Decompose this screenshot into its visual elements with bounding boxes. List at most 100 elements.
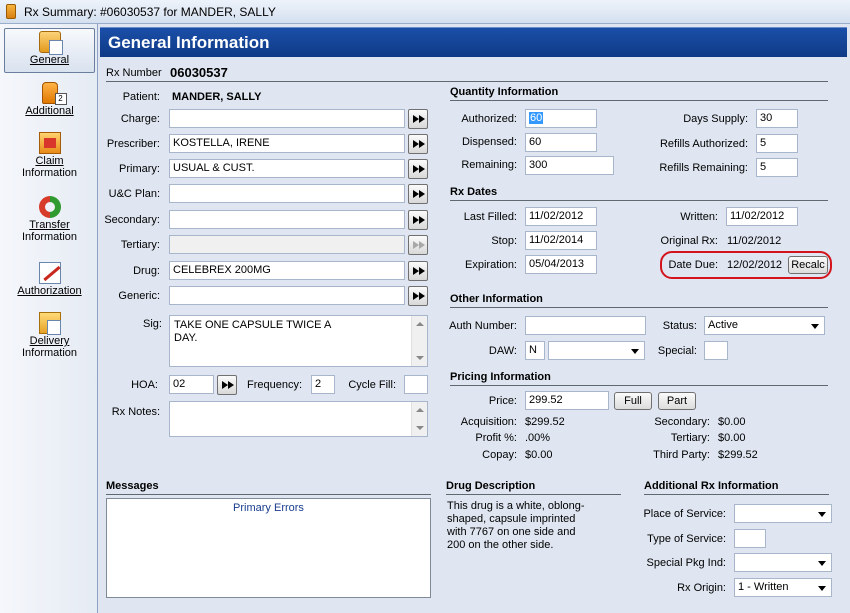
drug-field[interactable]: CELEBREX 200MG xyxy=(169,261,405,280)
charge-lookup-button[interactable] xyxy=(408,109,428,129)
charge-field[interactable] xyxy=(169,109,405,128)
nav-item-general[interactable]: General xyxy=(4,28,95,73)
section-header: General Information xyxy=(100,27,847,57)
place-of-service-label: Place of Service: xyxy=(643,508,726,520)
hoa-field[interactable]: 02 xyxy=(169,375,214,394)
divider xyxy=(446,494,621,495)
prescriber-lookup-button[interactable] xyxy=(408,134,428,154)
messages-panel: Primary Errors xyxy=(106,498,431,598)
dispensed-label: Dispensed: xyxy=(461,136,517,148)
type-of-service-label: Type of Service: xyxy=(647,533,726,545)
divider xyxy=(450,307,828,308)
messages-section-title: Messages xyxy=(106,480,159,492)
nav-item-claim-information[interactable]: Claim Information xyxy=(4,130,95,180)
claim-icon xyxy=(38,132,61,154)
special-pkg-select[interactable] xyxy=(734,553,832,572)
auth-number-field[interactable] xyxy=(525,316,646,335)
dispensed-field[interactable]: 60 xyxy=(525,133,597,152)
nav-item-transfer-information[interactable]: Transfer Information xyxy=(4,194,95,244)
nav-label-authorization: Authorization xyxy=(17,285,82,297)
special-field[interactable] xyxy=(704,341,728,360)
hoa-lookup-button[interactable] xyxy=(217,375,237,395)
prescriber-label: Prescriber: xyxy=(106,138,160,150)
sig-label: Sig: xyxy=(143,318,162,330)
profit-value: .00% xyxy=(525,432,551,444)
status-select[interactable]: Active xyxy=(704,316,825,335)
status-label: Status: xyxy=(662,320,697,332)
place-of-service-select[interactable] xyxy=(734,504,832,523)
primary-lookup-button[interactable] xyxy=(408,159,428,179)
authorized-field[interactable]: 60 xyxy=(525,109,597,128)
stop-label: Stop: xyxy=(491,235,517,247)
nav-label-delivery: Delivery xyxy=(29,335,70,347)
refills-authorized-field[interactable]: 5 xyxy=(756,134,798,153)
generic-field[interactable] xyxy=(169,286,405,305)
type-of-service-field[interactable] xyxy=(734,529,766,548)
full-button[interactable]: Full xyxy=(614,392,652,410)
authorization-icon xyxy=(38,262,61,284)
primary-field[interactable]: USUAL & CUST. xyxy=(169,159,405,178)
rx-notes-textarea[interactable] xyxy=(169,401,428,437)
secondary-lookup-button[interactable] xyxy=(408,210,428,230)
part-button[interactable]: Part xyxy=(658,392,696,410)
tertiary-price-value: $0.00 xyxy=(718,432,746,444)
sig-scrollbar[interactable] xyxy=(411,316,427,366)
expiration-field[interactable]: 05/04/2013 xyxy=(525,255,597,274)
rx-origin-select[interactable]: 1 - Written xyxy=(734,578,832,597)
written-field[interactable]: 11/02/2012 xyxy=(726,207,798,226)
date-due-value: 12/02/2012 xyxy=(727,259,783,271)
uc-plan-field[interactable] xyxy=(169,184,405,203)
frequency-field[interactable]: 2 xyxy=(311,375,335,394)
pricing-section-title: Pricing Information xyxy=(450,371,551,383)
transfer-icon xyxy=(38,196,61,218)
charge-label: Charge: xyxy=(120,113,160,125)
drug-desc-line-4: 200 on the other side. xyxy=(447,539,554,551)
quantity-section-title: Quantity Information xyxy=(450,86,559,98)
drug-lookup-button[interactable] xyxy=(408,261,428,281)
uc-plan-label: U&C Plan: xyxy=(108,188,160,200)
stop-field[interactable]: 11/02/2014 xyxy=(525,231,597,250)
cycle-fill-field[interactable] xyxy=(404,375,428,394)
last-filled-field[interactable]: 11/02/2012 xyxy=(525,207,597,226)
third-party-value: $299.52 xyxy=(718,449,758,461)
sig-textarea[interactable]: TAKE ONE CAPSULE TWICE A DAY. xyxy=(169,315,428,367)
refills-authorized-label: Refills Authorized: xyxy=(659,138,748,150)
sig-line-1: TAKE ONE CAPSULE TWICE A xyxy=(174,319,332,331)
refills-remaining-field[interactable]: 5 xyxy=(756,158,798,177)
generic-label: Generic: xyxy=(118,290,160,302)
divider xyxy=(106,494,431,495)
primary-errors-text[interactable]: Primary Errors xyxy=(107,502,430,514)
expiration-label: Expiration: xyxy=(465,259,517,271)
remaining-field[interactable]: 300 xyxy=(525,156,614,175)
generic-lookup-button[interactable] xyxy=(408,286,428,306)
days-supply-label: Days Supply: xyxy=(683,113,748,125)
divider xyxy=(450,200,828,201)
secondary-field[interactable] xyxy=(169,210,405,229)
daw-label: DAW: xyxy=(488,345,517,357)
uc-plan-lookup-button[interactable] xyxy=(408,184,428,204)
daw-code-field[interactable]: N xyxy=(525,341,545,360)
delivery-icon xyxy=(38,312,61,335)
rx-notes-scrollbar[interactable] xyxy=(411,402,427,436)
nav-label-general: General xyxy=(29,54,70,66)
nav-item-authorization[interactable]: Authorization xyxy=(4,260,95,300)
original-rx-label: Original Rx: xyxy=(660,235,718,247)
divider xyxy=(644,494,829,495)
days-supply-field[interactable]: 30 xyxy=(756,109,798,128)
tertiary-lookup-button[interactable] xyxy=(408,235,428,255)
authorized-selected-text: 60 xyxy=(529,112,544,124)
price-label: Price: xyxy=(488,395,517,407)
price-field[interactable]: 299.52 xyxy=(525,391,609,410)
special-label: Special: xyxy=(657,345,697,357)
auth-number-label: Auth Number: xyxy=(449,320,517,332)
nav-item-delivery-information[interactable]: Delivery Information xyxy=(4,310,95,360)
recalc-button[interactable]: Recalc xyxy=(788,256,828,274)
authorized-label: Authorized: xyxy=(461,113,517,125)
last-filled-label: Last Filled: xyxy=(463,211,517,223)
primary-label: Primary: xyxy=(119,163,160,175)
tertiary-field[interactable] xyxy=(169,235,405,254)
nav-item-additional[interactable]: Additional xyxy=(4,80,95,120)
sig-line-2: DAY. xyxy=(174,332,198,344)
prescriber-field[interactable]: KOSTELLA, IRENE xyxy=(169,134,405,153)
daw-select[interactable] xyxy=(548,341,645,360)
